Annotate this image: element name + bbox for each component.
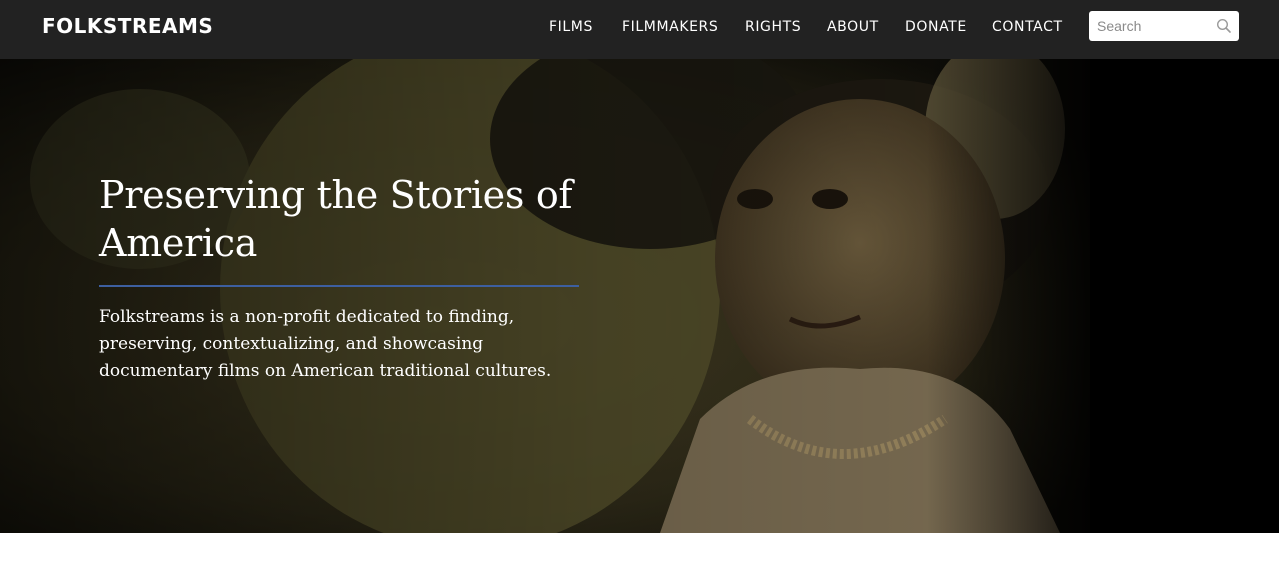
site-logo[interactable]: FOLKSTREAMS	[42, 14, 213, 38]
site-header: FOLKSTREAMS FILMS FILMMAKERS RIGHTS ABOU…	[0, 0, 1279, 59]
search-box	[1089, 11, 1239, 41]
hero-divider	[99, 285, 579, 287]
nav-filmmakers[interactable]: FILMMAKERS	[622, 18, 718, 36]
search-input[interactable]	[1089, 11, 1213, 41]
nav-films[interactable]: FILMS	[549, 18, 593, 36]
hero-banner: Preserving the Stories of America Folkst…	[0, 59, 1279, 533]
nav-about[interactable]: ABOUT	[827, 18, 879, 36]
nav-donate[interactable]: DONATE	[905, 18, 967, 36]
hero-content: Preserving the Stories of America Folkst…	[99, 171, 599, 385]
search-icon[interactable]	[1216, 18, 1232, 34]
nav-contact[interactable]: CONTACT	[992, 18, 1063, 36]
nav-rights[interactable]: RIGHTS	[745, 18, 801, 36]
hero-description: Folkstreams is a non-profit dedicated to…	[99, 307, 552, 381]
hero-title: Preserving the Stories of America	[99, 173, 573, 265]
